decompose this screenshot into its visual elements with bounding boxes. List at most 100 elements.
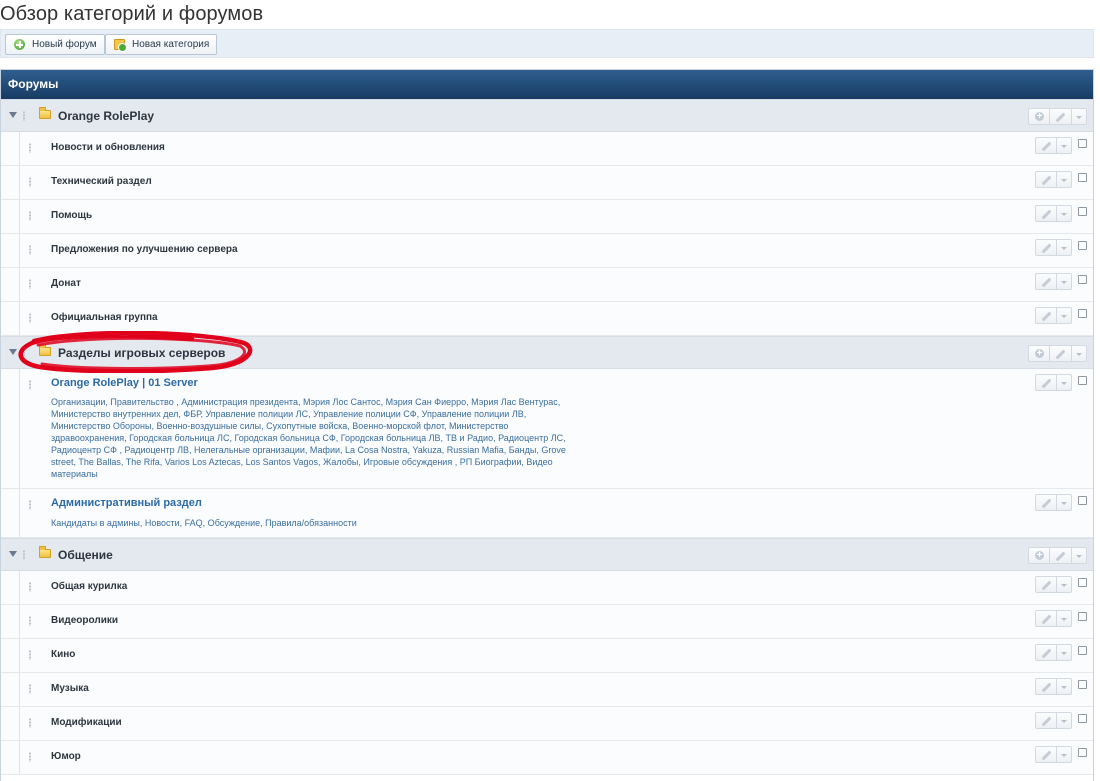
forum-name[interactable]: Помощь: [51, 210, 92, 221]
forum-row: Административный раздел Кандидаты в адми…: [1, 489, 1093, 538]
chevron-down-icon[interactable]: [1057, 273, 1072, 290]
chevron-down-icon[interactable]: [1057, 171, 1072, 188]
chevron-down-icon[interactable]: [1072, 108, 1087, 125]
drag-handle-icon[interactable]: [28, 718, 32, 728]
drag-handle-icon[interactable]: [22, 550, 26, 560]
forum-name[interactable]: Музыка: [51, 683, 89, 694]
select-checkbox[interactable]: [1078, 241, 1087, 250]
forum-row: Видеоролики: [1, 605, 1093, 639]
chevron-down-icon[interactable]: [1057, 307, 1072, 324]
add-forum-button[interactable]: [1028, 108, 1050, 125]
select-checkbox[interactable]: [1078, 578, 1087, 587]
select-checkbox[interactable]: [1078, 612, 1087, 621]
pencil-icon: [1041, 716, 1052, 727]
forum-name[interactable]: Официальная группа: [51, 312, 158, 323]
forum-name[interactable]: Предложения по улучшению сервера: [51, 244, 238, 255]
select-checkbox[interactable]: [1078, 496, 1087, 505]
forum-link[interactable]: Административный раздел: [51, 497, 202, 509]
chevron-down-icon[interactable]: [1057, 239, 1072, 256]
subforum-list[interactable]: Организации, Правительство , Администрац…: [51, 396, 581, 480]
edit-button[interactable]: [1035, 171, 1057, 188]
drag-handle-icon[interactable]: [28, 177, 32, 187]
edit-button[interactable]: [1035, 307, 1057, 324]
chevron-down-icon[interactable]: [1072, 345, 1087, 362]
select-checkbox[interactable]: [1078, 376, 1087, 385]
collapse-arrow-icon[interactable]: [9, 349, 17, 355]
chevron-down-icon[interactable]: [1072, 547, 1087, 564]
edit-button[interactable]: [1035, 137, 1057, 154]
forum-name[interactable]: Модификации: [51, 717, 122, 728]
select-checkbox[interactable]: [1078, 646, 1087, 655]
select-checkbox[interactable]: [1078, 748, 1087, 757]
drag-handle-icon[interactable]: [22, 111, 26, 121]
edit-button[interactable]: [1035, 273, 1057, 290]
edit-button[interactable]: [1050, 108, 1072, 125]
pencil-icon: [1055, 112, 1066, 123]
chevron-down-icon[interactable]: [1057, 576, 1072, 593]
select-checkbox[interactable]: [1078, 207, 1087, 216]
drag-handle-icon[interactable]: [28, 143, 32, 153]
edit-button[interactable]: [1035, 712, 1057, 729]
select-checkbox[interactable]: [1078, 139, 1087, 148]
drag-handle-icon[interactable]: [28, 211, 32, 221]
chevron-down-icon[interactable]: [1057, 494, 1072, 511]
edit-button[interactable]: [1050, 547, 1072, 564]
forum-name[interactable]: Видеоролики: [51, 615, 118, 626]
new-forum-button[interactable]: Новый форум: [5, 34, 105, 55]
category-title[interactable]: Orange RolePlay: [58, 109, 154, 123]
drag-handle-icon[interactable]: [28, 279, 32, 289]
edit-button[interactable]: [1035, 205, 1057, 222]
pencil-icon: [1041, 682, 1052, 693]
edit-button[interactable]: [1035, 494, 1057, 511]
edit-button[interactable]: [1050, 345, 1072, 362]
chevron-down-icon[interactable]: [1057, 712, 1072, 729]
drag-handle-icon[interactable]: [28, 684, 32, 694]
edit-button[interactable]: [1035, 644, 1057, 661]
select-checkbox[interactable]: [1078, 714, 1087, 723]
select-checkbox[interactable]: [1078, 275, 1087, 284]
pencil-icon: [1041, 648, 1052, 659]
drag-handle-icon[interactable]: [28, 380, 32, 390]
edit-button[interactable]: [1035, 374, 1057, 391]
edit-button[interactable]: [1035, 576, 1057, 593]
collapse-arrow-icon[interactable]: [9, 551, 17, 557]
drag-handle-icon[interactable]: [28, 582, 32, 592]
forum-name[interactable]: Технический раздел: [51, 176, 152, 187]
drag-handle-icon[interactable]: [28, 752, 32, 762]
forum-row: Технический раздел: [1, 166, 1093, 200]
forum-name[interactable]: Новости и обновления: [51, 142, 165, 153]
forum-name[interactable]: Донат: [51, 278, 81, 289]
chevron-down-icon[interactable]: [1057, 644, 1072, 661]
chevron-down-icon[interactable]: [1057, 205, 1072, 222]
collapse-arrow-icon[interactable]: [9, 112, 17, 118]
select-checkbox[interactable]: [1078, 309, 1087, 318]
forum-link[interactable]: Orange RolePlay | 01 Server: [51, 377, 198, 389]
edit-button[interactable]: [1035, 678, 1057, 695]
category-row: Orange RolePlay: [1, 99, 1093, 132]
edit-button[interactable]: [1035, 746, 1057, 763]
category-title[interactable]: Разделы игровых серверов: [58, 346, 225, 360]
edit-button[interactable]: [1035, 610, 1057, 627]
chevron-down-icon[interactable]: [1057, 137, 1072, 154]
chevron-down-icon[interactable]: [1057, 610, 1072, 627]
new-category-button[interactable]: Новая категория: [105, 34, 218, 55]
drag-handle-icon[interactable]: [28, 650, 32, 660]
chevron-down-icon[interactable]: [1057, 374, 1072, 391]
add-forum-button[interactable]: [1028, 345, 1050, 362]
drag-handle-icon[interactable]: [28, 313, 32, 323]
chevron-down-icon[interactable]: [1057, 746, 1072, 763]
drag-handle-icon[interactable]: [22, 348, 26, 358]
category-title[interactable]: Общение: [58, 548, 113, 562]
add-forum-button[interactable]: [1028, 547, 1050, 564]
edit-button[interactable]: [1035, 239, 1057, 256]
forum-name[interactable]: Общая курилка: [51, 581, 127, 592]
subforum-list[interactable]: Кандидаты в админы, Новости, FAQ, Обсужд…: [51, 517, 581, 529]
forum-name[interactable]: Юмор: [51, 751, 81, 762]
chevron-down-icon[interactable]: [1057, 678, 1072, 695]
drag-handle-icon[interactable]: [28, 245, 32, 255]
select-checkbox[interactable]: [1078, 680, 1087, 689]
forum-name[interactable]: Кино: [51, 649, 75, 660]
drag-handle-icon[interactable]: [28, 616, 32, 626]
select-checkbox[interactable]: [1078, 173, 1087, 182]
drag-handle-icon[interactable]: [28, 500, 32, 510]
